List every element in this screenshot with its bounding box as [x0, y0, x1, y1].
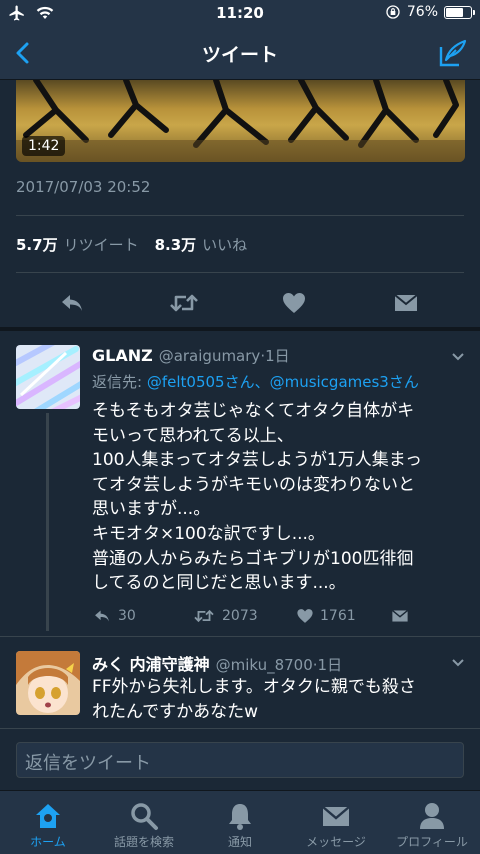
- tab-label: 通知: [227, 835, 252, 849]
- tab-notifications[interactable]: 通知: [192, 791, 288, 854]
- reply-icon: [95, 610, 109, 622]
- retweet-count: 2073: [222, 608, 258, 624]
- body-line: 思いますが...。: [92, 499, 211, 520]
- retweet-icon[interactable]: [169, 290, 199, 316]
- body-line: キモオタ×100な訳ですし...。: [92, 523, 325, 544]
- tab-bar: ホーム 話題を検索 通知 メッセージ プロフィール: [0, 790, 480, 854]
- body-line: 100人集まってオタ芸しようが1万人集まっ: [92, 450, 423, 471]
- message-action[interactable]: [390, 607, 410, 625]
- battery-percent: 76%: [406, 4, 438, 20]
- tab-search[interactable]: 話題を検索: [96, 791, 192, 854]
- divider: [16, 215, 464, 216]
- reply-time: 1日: [265, 347, 290, 365]
- like-count: 1761: [320, 608, 356, 624]
- avatar[interactable]: [16, 345, 80, 409]
- avatar-image: [16, 345, 80, 409]
- body-line: そもそもオタ芸じゃなくてオタク自体がキ: [92, 401, 415, 421]
- bell-icon: [229, 804, 251, 830]
- person-icon: [420, 803, 444, 829]
- chevron-down-icon[interactable]: [450, 349, 466, 365]
- tweet-timestamp: 2017/07/03 20:52: [16, 178, 151, 196]
- tab-messages[interactable]: メッセージ: [288, 791, 384, 854]
- tweet-detail[interactable]: 1:42 2017/07/03 20:52 5.7万 リツイート 8.3万 いい…: [0, 80, 480, 728]
- thread-line: [46, 413, 49, 631]
- display-name[interactable]: GLANZ: [92, 346, 153, 365]
- battery-icon: [444, 5, 475, 19]
- body-line: モいって思われてる以上、: [92, 425, 294, 446]
- tweet-actions: [0, 284, 480, 320]
- user-handle[interactable]: @araigumary: [159, 347, 261, 365]
- tab-home[interactable]: ホーム: [0, 791, 96, 854]
- like-count[interactable]: 8.3万: [155, 234, 197, 255]
- like-icon[interactable]: [281, 290, 307, 316]
- reply-to-mentions[interactable]: @felt0505さん、@musicgames3さん: [147, 373, 419, 391]
- reply-to-label: 返信先:: [92, 373, 143, 391]
- reply-to: 返信先: @felt0505さん、@musicgames3さん: [92, 371, 419, 392]
- video-thumbnail[interactable]: 1:42: [16, 80, 465, 162]
- envelope-icon: [322, 806, 350, 826]
- battery-fill: [446, 7, 463, 17]
- reply-action[interactable]: 30: [92, 607, 136, 625]
- reply-actions: 30 2073 1761: [92, 607, 464, 631]
- rotation-lock-icon: [386, 5, 400, 19]
- home-icon: [36, 804, 60, 828]
- user-handle[interactable]: @miku_8700: [216, 656, 313, 674]
- compose-icon[interactable]: [438, 38, 468, 68]
- reply-header: みく 内浦守護神 @miku_8700·1日: [92, 651, 464, 675]
- reply-body: FF外から失礼します。オタクに親でも殺さ れたんですかあなたw: [92, 675, 462, 724]
- chevron-down-icon[interactable]: [450, 655, 466, 671]
- body-line: FF外から失礼します。オタクに親でも殺さ: [92, 677, 416, 697]
- retweet-action[interactable]: 2073: [192, 607, 258, 625]
- reply-time: 1日: [317, 656, 343, 674]
- avatar[interactable]: [16, 651, 80, 715]
- message-icon[interactable]: [393, 290, 419, 316]
- video-duration: 1:42: [22, 136, 66, 156]
- reply-icon[interactable]: [59, 290, 85, 316]
- like-icon: [297, 609, 313, 623]
- reply-tweet[interactable]: みく 内浦守護神 @miku_8700·1日 FF外から失礼します。オタクに親でも…: [0, 637, 480, 728]
- message-icon: [391, 609, 409, 622]
- retweet-icon: [194, 609, 214, 623]
- like-label[interactable]: いいね: [202, 234, 247, 255]
- tab-profile[interactable]: プロフィール: [384, 791, 480, 854]
- reply-tweet[interactable]: GLANZ @araigumary·1日 返信先: @felt0505さん、@mu…: [0, 331, 480, 631]
- tab-label: メッセージ: [306, 835, 366, 849]
- reply-composer: 返信をツイート: [0, 728, 480, 790]
- tweet-stats: 5.7万 リツイート 8.3万 いいね: [16, 234, 257, 255]
- retweet-count[interactable]: 5.7万: [16, 234, 58, 255]
- reply-input[interactable]: 返信をツイート: [16, 742, 464, 778]
- tab-label: 話題を検索: [113, 835, 174, 849]
- reply-body: そもそもオタ芸じゃなくてオタク自体がキ モいって思われてる以上、 100人集まっ…: [92, 399, 462, 596]
- status-right: 76%: [385, 4, 475, 20]
- body-line: 普通の人からみたらゴキブリが100匹徘徊: [92, 548, 414, 569]
- nav-bar: ツイート: [0, 28, 480, 80]
- status-bar: 11:20 76%: [0, 0, 480, 28]
- body-line: てオタ芸しようがキモいのは変わりないと: [92, 474, 415, 495]
- dancers-image: [16, 80, 465, 162]
- display-name[interactable]: みく 内浦守護神: [92, 655, 210, 674]
- like-action[interactable]: 1761: [296, 607, 356, 625]
- divider: [16, 272, 464, 273]
- tab-label: ホーム: [30, 835, 66, 849]
- reply-header: GLANZ @araigumary·1日: [92, 345, 464, 366]
- retweet-label[interactable]: リツイート: [64, 234, 139, 255]
- avatar-image: [16, 651, 80, 715]
- body-line: してるのと同じだと思います...。: [92, 573, 346, 594]
- body-line: れたんですかあなたw: [92, 701, 259, 722]
- page-title: ツイート: [201, 44, 278, 66]
- reply-count: 30: [118, 608, 136, 624]
- tab-label: プロフィール: [396, 835, 468, 849]
- search-icon: [131, 803, 158, 830]
